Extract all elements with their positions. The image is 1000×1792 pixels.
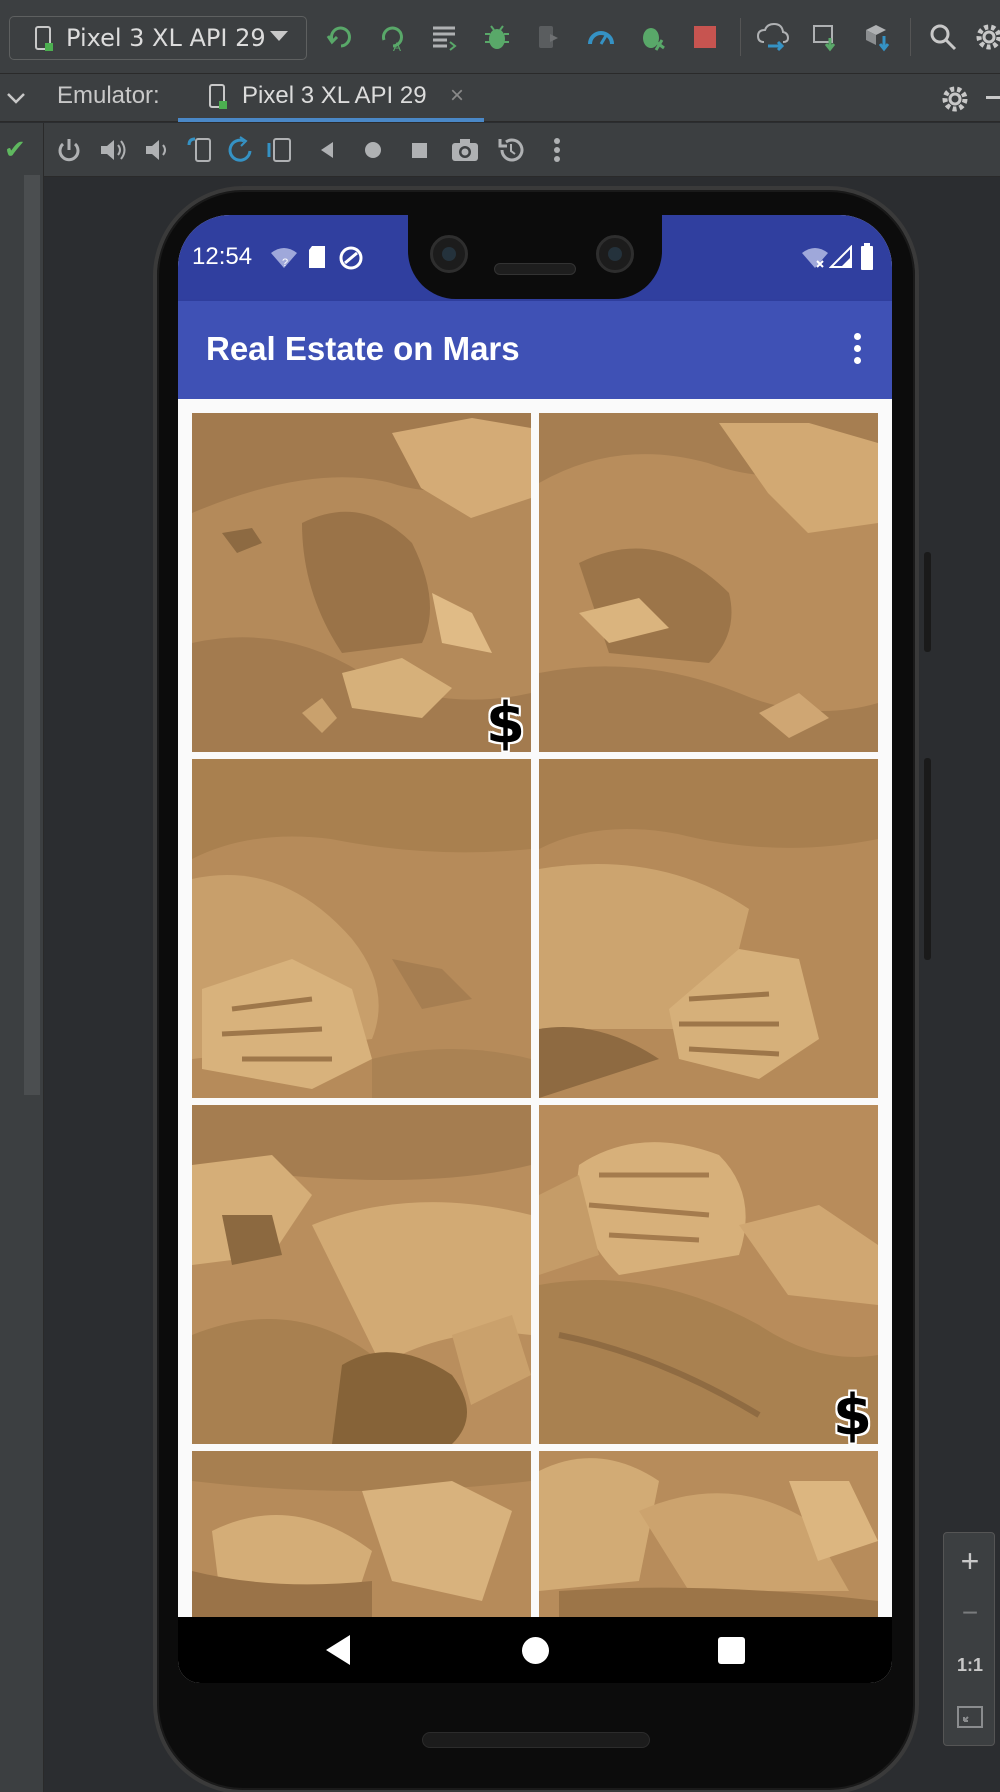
- earpiece: [494, 263, 576, 275]
- mars-photo: [539, 759, 878, 1098]
- device-icon: [209, 84, 227, 109]
- camera-notch: [408, 215, 662, 299]
- mars-property-tile[interactable]: $: [539, 1105, 878, 1444]
- mars-property-tile[interactable]: [192, 1451, 531, 1617]
- volume-down-icon[interactable]: [142, 135, 172, 165]
- screenshot-icon[interactable]: [450, 135, 480, 165]
- power-icon[interactable]: [54, 135, 84, 165]
- sync-icon[interactable]: [756, 20, 790, 54]
- more-icon[interactable]: [542, 135, 572, 165]
- mars-photo: [192, 1105, 531, 1444]
- profile-icon[interactable]: [428, 20, 462, 54]
- mars-property-tile[interactable]: [539, 1451, 878, 1617]
- attach-debugger-icon[interactable]: [532, 20, 566, 54]
- ide-toolbar: Pixel 3 XL API 29 A: [0, 0, 1000, 74]
- stop-icon[interactable]: [688, 20, 722, 54]
- toolbar-divider: [910, 18, 911, 56]
- cell-signal-icon: [829, 245, 852, 268]
- apply-code-changes-icon[interactable]: A: [376, 20, 410, 54]
- mars-property-tile[interactable]: [192, 759, 531, 1098]
- zoom-actual-size-button[interactable]: 1:1: [944, 1639, 996, 1691]
- chevron-down-icon[interactable]: [270, 31, 288, 41]
- chevron-down-icon[interactable]: [4, 86, 28, 110]
- check-icon: ✔: [4, 135, 26, 165]
- device-icon: [35, 26, 53, 51]
- side-button: [924, 552, 931, 652]
- scrollbar[interactable]: [24, 175, 40, 1095]
- zoom-in-button[interactable]: +: [944, 1535, 996, 1587]
- apply-changes-icon[interactable]: [324, 20, 358, 54]
- android-studio-window: Pixel 3 XL API 29 A Emulator: Pixel 3 XL…: [0, 0, 1000, 1792]
- data-saver-icon: [339, 246, 363, 270]
- mars-photo: [192, 413, 531, 752]
- app-title: Real Estate on Mars: [206, 330, 520, 367]
- rotate-left-icon[interactable]: [186, 135, 216, 165]
- mars-property-tile[interactable]: $: [192, 413, 531, 752]
- device-manager-icon[interactable]: [808, 20, 842, 54]
- nav-recents-icon[interactable]: [718, 1637, 745, 1664]
- emulator-controls: [44, 123, 1000, 177]
- svg-text:?: ?: [282, 257, 288, 269]
- left-tool-strip: ✔: [0, 123, 44, 1792]
- settings-icon[interactable]: [972, 20, 1000, 54]
- for-sale-icon: $: [486, 691, 525, 752]
- front-camera: [430, 235, 468, 273]
- side-button: [924, 758, 931, 960]
- tab-label: Pixel 3 XL API 29: [242, 82, 427, 109]
- mars-property-tile[interactable]: [539, 413, 878, 752]
- mars-property-tile[interactable]: [539, 759, 878, 1098]
- debug-icon[interactable]: [480, 20, 514, 54]
- phone-screen: 12:54 ? Real Estate on Mars $ $: [178, 215, 892, 1683]
- mars-photo: [192, 759, 531, 1098]
- mars-photo: [539, 413, 878, 752]
- zoom-out-button[interactable]: −: [944, 1587, 996, 1639]
- nav-back-icon[interactable]: [326, 1635, 350, 1665]
- snapshot-icon[interactable]: [496, 135, 526, 165]
- emulator-label: Emulator:: [57, 82, 160, 109]
- rotate-right-icon[interactable]: [226, 135, 256, 165]
- status-time: 12:54: [192, 243, 253, 270]
- overview-icon[interactable]: [404, 135, 434, 165]
- zoom-fit-icon[interactable]: [944, 1691, 996, 1743]
- back-icon[interactable]: [312, 135, 342, 165]
- svg-text:A: A: [393, 40, 401, 52]
- zoom-controls: + − 1:1: [943, 1532, 995, 1746]
- device-selector[interactable]: Pixel 3 XL API 29: [9, 16, 307, 60]
- bottom-speaker: [422, 1732, 650, 1748]
- sd-card-icon: [309, 246, 325, 268]
- mars-photo: [192, 1451, 531, 1617]
- battery-icon: [861, 243, 873, 270]
- home-icon[interactable]: [358, 135, 388, 165]
- close-icon[interactable]: ×: [450, 82, 464, 110]
- emulator-tab-bar: Emulator: Pixel 3 XL API 29 ×: [0, 74, 1000, 122]
- minimize-icon[interactable]: [986, 96, 1000, 99]
- navigation-bar: [178, 1617, 892, 1683]
- volume-up-icon[interactable]: [98, 135, 128, 165]
- search-icon[interactable]: [926, 20, 960, 54]
- fold-icon[interactable]: [266, 135, 296, 165]
- mars-property-tile[interactable]: [192, 1105, 531, 1444]
- app-bar: Real Estate on Mars: [178, 301, 892, 399]
- nav-home-icon[interactable]: [522, 1637, 549, 1664]
- overflow-menu-icon[interactable]: [854, 333, 862, 367]
- tab-pixel-3-xl[interactable]: Pixel 3 XL API 29 ×: [178, 74, 484, 122]
- mars-photo: [539, 1105, 878, 1444]
- front-camera: [596, 235, 634, 273]
- build-variant-icon[interactable]: [636, 20, 670, 54]
- wifi-off-icon: [802, 248, 828, 268]
- toolbar-divider: [740, 18, 741, 56]
- wifi-unknown-icon: ?: [271, 248, 297, 269]
- settings-icon[interactable]: [940, 84, 970, 114]
- status-bar: 12:54 ?: [178, 215, 892, 301]
- profiler-icon[interactable]: [584, 20, 618, 54]
- mars-photo: [539, 1451, 878, 1617]
- photo-grid[interactable]: $ $: [178, 399, 892, 1617]
- sdk-manager-icon[interactable]: [860, 20, 894, 54]
- device-selector-label: Pixel 3 XL API 29: [66, 24, 266, 52]
- for-sale-icon: $: [833, 1383, 872, 1444]
